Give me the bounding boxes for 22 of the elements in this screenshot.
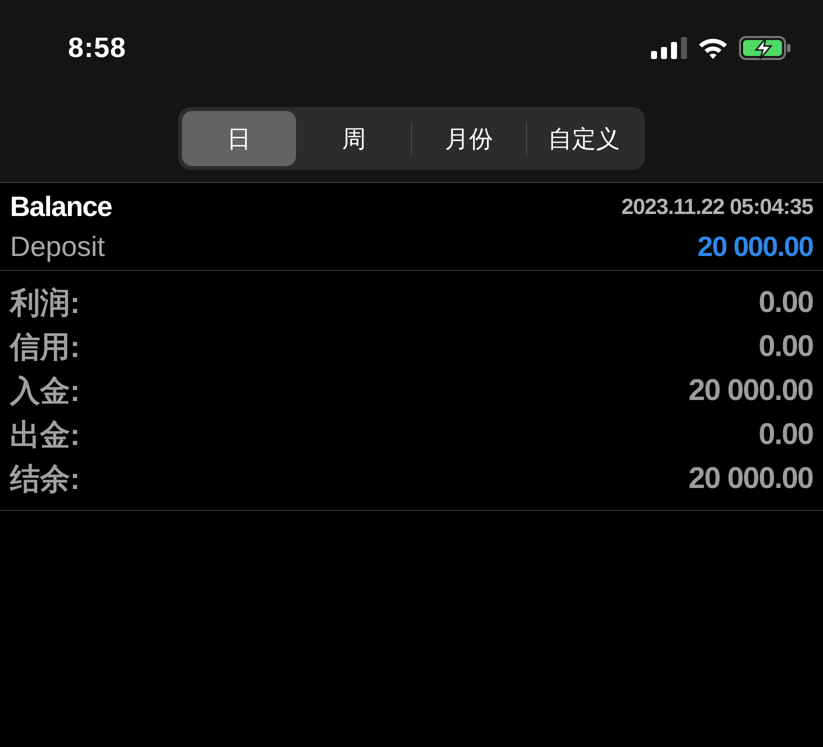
summary-label: 出金: xyxy=(10,418,80,454)
wifi-icon xyxy=(698,37,728,59)
operation-time: 2023.11.22 05:04:35 xyxy=(621,194,813,220)
summary-label: 信用: xyxy=(10,330,80,366)
summary-value: 0.00 xyxy=(758,418,813,452)
period-tab[interactable]: 自定义 xyxy=(527,111,641,166)
battery-charging-icon xyxy=(739,36,791,60)
operation-type: Balance xyxy=(10,191,112,223)
signal-icon xyxy=(651,37,687,59)
summary-label: 入金: xyxy=(10,374,80,410)
summary-label: 结余: xyxy=(10,462,80,498)
summary-value: 0.00 xyxy=(758,286,813,320)
period-tab[interactable]: 月份 xyxy=(412,111,526,166)
summary-label: 利润: xyxy=(10,286,80,322)
operation-comment: Deposit xyxy=(10,231,105,263)
summary-value: 0.00 xyxy=(758,330,813,364)
operation-amount: 20 000.00 xyxy=(697,231,813,263)
summary-value: 20 000.00 xyxy=(688,462,813,496)
summary-value: 20 000.00 xyxy=(688,374,813,408)
period-tab[interactable]: 日 xyxy=(182,111,296,166)
status-time: 8:58 xyxy=(68,32,126,64)
period-tab[interactable]: 周 xyxy=(297,111,411,166)
